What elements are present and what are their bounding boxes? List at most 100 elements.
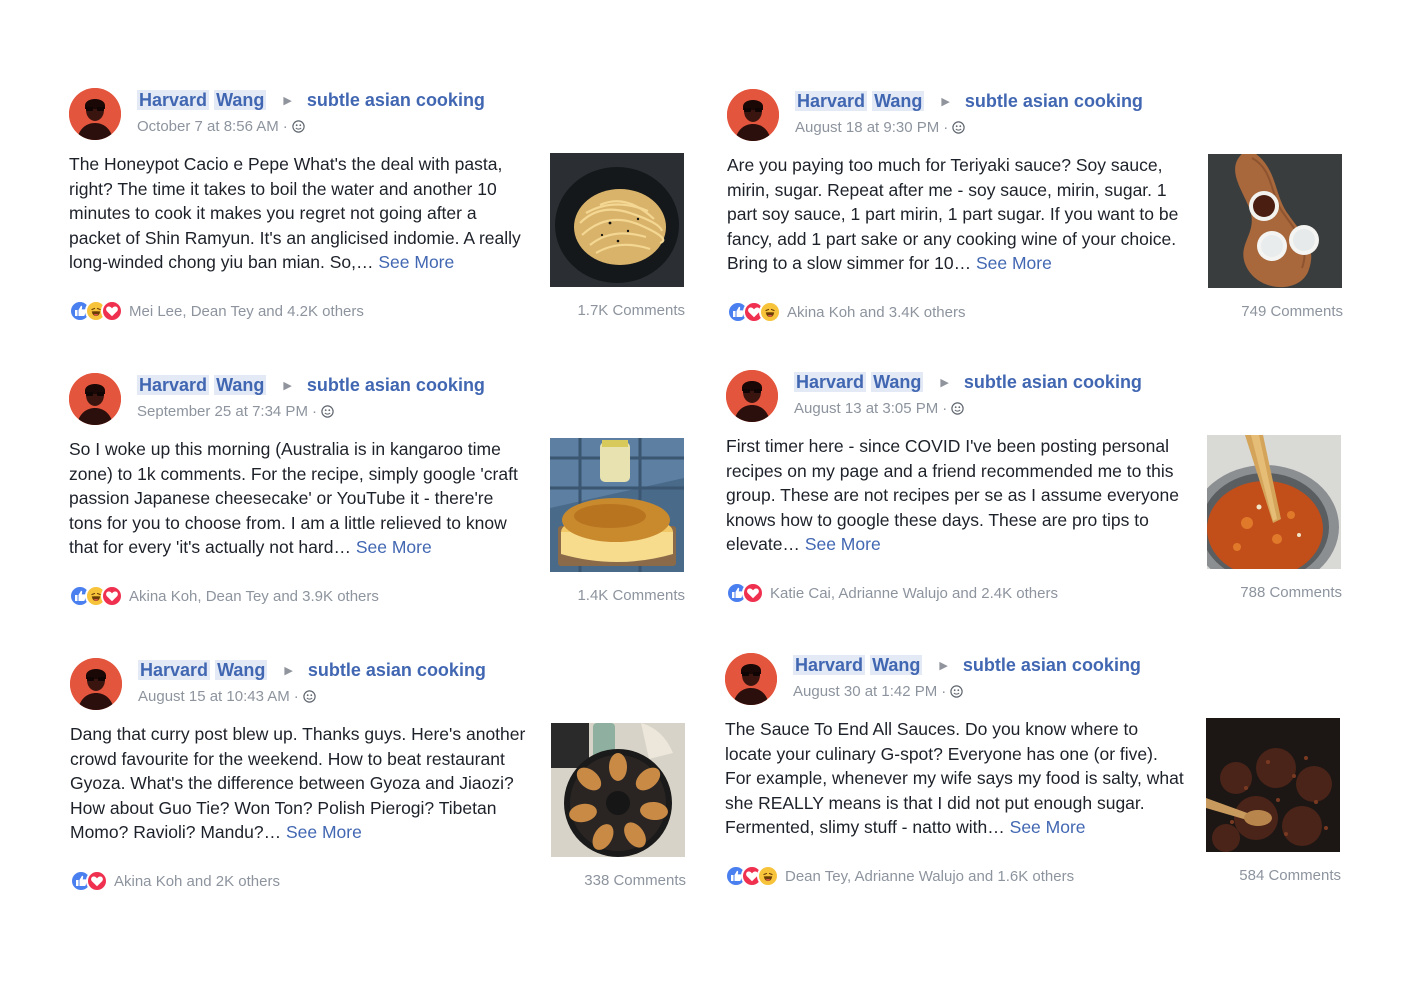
reactors-text[interactable]: Katie Cai, Adrianne Walujo and 2.4K othe… [770, 585, 1058, 602]
post-meta: August 30 at 1:42 PM · [793, 683, 963, 700]
post-text: So I woke up this morning (Australia is … [69, 437, 531, 560]
post-photo[interactable] [1208, 154, 1342, 288]
author-first-name[interactable]: Harvard [794, 372, 867, 392]
post-meta: August 18 at 9:30 PM · [795, 119, 965, 136]
see-more-link[interactable]: See More [378, 252, 454, 272]
timestamp[interactable]: August 13 at 3:05 PM [794, 400, 938, 417]
timestamp[interactable]: August 15 at 10:43 AM [138, 688, 290, 705]
group-link[interactable]: subtle asian cooking [963, 655, 1141, 675]
group-link[interactable]: subtle asian cooking [307, 375, 485, 395]
reaction-bar[interactable]: Mei Lee, Dean Tey and 4.2K others [69, 300, 364, 322]
reaction-bar[interactable]: Dean Tey, Adrianne Walujo and 1.6K other… [725, 865, 1074, 887]
author-last-name[interactable]: Wang [214, 375, 267, 395]
post-photo[interactable] [550, 438, 684, 572]
avatar[interactable] [69, 88, 121, 140]
post-text: First timer here - since COVID I've been… [726, 434, 1188, 557]
arrow-right-icon: ▶ [939, 660, 948, 672]
arrow-right-icon: ▶ [283, 95, 292, 107]
comments-count[interactable]: 788 Comments [1240, 584, 1342, 601]
author-last-name[interactable]: Wang [215, 660, 268, 680]
comments-count[interactable]: 749 Comments [1241, 303, 1343, 320]
author-first-name[interactable]: Harvard [795, 91, 868, 111]
post-photo[interactable] [1206, 718, 1340, 852]
post-card: Harvard Wang ▶ subtle asian cooking Augu… [727, 89, 1343, 329]
post-header: Harvard Wang ▶ subtle asian cooking [793, 655, 1141, 676]
author-first-name[interactable]: Harvard [138, 660, 211, 680]
post-meta: August 15 at 10:43 AM · [138, 688, 316, 705]
haha-reaction-icon [759, 301, 781, 323]
timestamp[interactable]: August 18 at 9:30 PM [795, 119, 939, 136]
author-first-name[interactable]: Harvard [137, 375, 210, 395]
post-header: Harvard Wang ▶ subtle asian cooking [138, 660, 486, 681]
group-link[interactable]: subtle asian cooking [964, 372, 1142, 392]
author-last-name[interactable]: Wang [872, 91, 925, 111]
post-photo[interactable] [550, 153, 684, 287]
love-reaction-icon [101, 300, 123, 322]
avatar[interactable] [69, 373, 121, 425]
haha-reaction-icon [757, 865, 779, 887]
reactors-text[interactable]: Mei Lee, Dean Tey and 4.2K others [129, 303, 364, 320]
post-header: Harvard Wang ▶ subtle asian cooking [137, 375, 485, 396]
avatar[interactable] [70, 658, 122, 710]
globe-icon [292, 120, 305, 133]
reaction-bar[interactable]: Katie Cai, Adrianne Walujo and 2.4K othe… [726, 582, 1058, 604]
post-photo[interactable] [1207, 435, 1341, 569]
avatar[interactable] [726, 370, 778, 422]
reaction-bar[interactable]: Akina Koh and 2K others [70, 870, 280, 892]
author-last-name[interactable]: Wang [870, 655, 923, 675]
post-meta: October 7 at 8:56 AM · [137, 118, 305, 135]
arrow-right-icon: ▶ [940, 377, 949, 389]
love-reaction-icon [86, 870, 108, 892]
group-link[interactable]: subtle asian cooking [308, 660, 486, 680]
reactors-text[interactable]: Akina Koh and 2K others [114, 873, 280, 890]
post-text: Are you paying too much for Teriyaki sau… [727, 153, 1189, 276]
post-card: Harvard Wang ▶ subtle asian cooking Octo… [69, 88, 685, 328]
post-card: Harvard Wang ▶ subtle asian cooking Augu… [726, 370, 1342, 610]
reaction-bar[interactable]: Akina Koh, Dean Tey and 3.9K others [69, 585, 379, 607]
arrow-right-icon: ▶ [283, 380, 292, 392]
post-text: The Honeypot Cacio e Pepe What's the dea… [69, 152, 531, 275]
timestamp[interactable]: September 25 at 7:34 PM [137, 403, 308, 420]
reaction-bar[interactable]: Akina Koh and 3.4K others [727, 301, 965, 323]
post-meta: August 13 at 3:05 PM · [794, 400, 964, 417]
post-header: Harvard Wang ▶ subtle asian cooking [795, 91, 1143, 112]
see-more-link[interactable]: See More [286, 822, 362, 842]
group-link[interactable]: subtle asian cooking [965, 91, 1143, 111]
reactors-text[interactable]: Dean Tey, Adrianne Walujo and 1.6K other… [785, 868, 1074, 885]
globe-icon [321, 405, 334, 418]
see-more-link[interactable]: See More [976, 253, 1052, 273]
page: { "posts": [ { "author_first": "Harvard"… [0, 0, 1409, 992]
see-more-link[interactable]: See More [805, 534, 881, 554]
group-link[interactable]: subtle asian cooking [307, 90, 485, 110]
globe-icon [951, 402, 964, 415]
avatar[interactable] [727, 89, 779, 141]
see-more-link[interactable]: See More [1010, 817, 1086, 837]
timestamp[interactable]: October 7 at 8:56 AM [137, 118, 279, 135]
see-more-link[interactable]: See More [356, 537, 432, 557]
post-body: Are you paying too much for Teriyaki sau… [727, 155, 1179, 273]
post-meta: September 25 at 7:34 PM · [137, 403, 334, 420]
comments-count[interactable]: 584 Comments [1239, 867, 1341, 884]
author-first-name[interactable]: Harvard [137, 90, 210, 110]
love-reaction-icon [742, 582, 764, 604]
avatar[interactable] [725, 653, 777, 705]
author-first-name[interactable]: Harvard [793, 655, 866, 675]
post-body: The Sauce To End All Sauces. Do you know… [725, 719, 1184, 837]
post-card: Harvard Wang ▶ subtle asian cooking Sept… [69, 373, 685, 613]
globe-icon [952, 121, 965, 134]
author-last-name[interactable]: Wang [871, 372, 924, 392]
timestamp[interactable]: August 30 at 1:42 PM [793, 683, 937, 700]
comments-count[interactable]: 338 Comments [584, 872, 686, 889]
post-photo[interactable] [551, 723, 685, 857]
globe-icon [950, 685, 963, 698]
reactors-text[interactable]: Akina Koh, Dean Tey and 3.9K others [129, 588, 379, 605]
globe-icon [303, 690, 316, 703]
reactors-text[interactable]: Akina Koh and 3.4K others [787, 304, 965, 321]
author-last-name[interactable]: Wang [214, 90, 267, 110]
arrow-right-icon: ▶ [941, 96, 950, 108]
post-card: Harvard Wang ▶ subtle asian cooking Augu… [70, 658, 686, 898]
comments-count[interactable]: 1.7K Comments [577, 302, 685, 319]
post-body: So I woke up this morning (Australia is … [69, 439, 518, 557]
comments-count[interactable]: 1.4K Comments [577, 587, 685, 604]
post-text: Dang that curry post blew up. Thanks guy… [70, 722, 532, 845]
